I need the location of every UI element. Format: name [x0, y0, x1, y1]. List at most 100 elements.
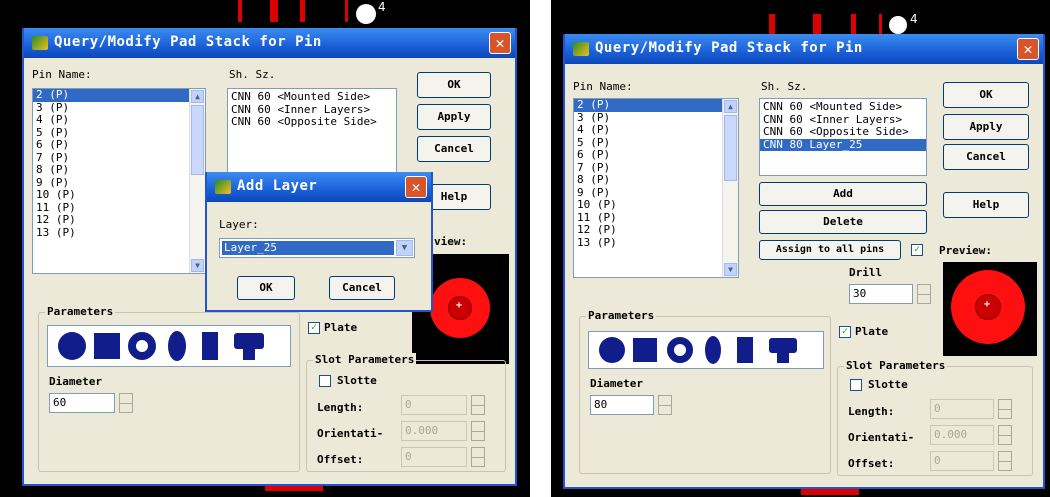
- scroll-down-icon[interactable]: ▼: [724, 263, 737, 276]
- annular-shape-icon[interactable]: [667, 337, 693, 363]
- offset-spinner[interactable]: [998, 451, 1012, 471]
- list-item[interactable]: 12 (P): [33, 213, 205, 227]
- annular-shape-icon[interactable]: [128, 332, 156, 360]
- shape-size-label: Sh. Sz.: [761, 80, 808, 93]
- dialog-titlebar[interactable]: Query/Modify Pad Stack for Pin ✕: [565, 34, 1043, 64]
- pin-name-list[interactable]: 2 (P) 3 (P) 4 (P) 5 (P) 6 (P) 7 (P) 8 (P…: [32, 88, 206, 274]
- list-scrollbar[interactable]: ▲ ▼: [722, 99, 738, 277]
- diameter-input[interactable]: 80: [590, 395, 654, 415]
- drill-input[interactable]: 30: [849, 284, 913, 304]
- slot-parameters-title: Slot Parameters: [313, 353, 417, 366]
- close-button[interactable]: ✕: [489, 32, 511, 54]
- orientation-input[interactable]: 0.000: [401, 421, 467, 441]
- list-item[interactable]: 2 (P): [574, 99, 738, 112]
- assign-to-all-pins-button[interactable]: Assign to all pins: [759, 240, 901, 260]
- dialog-titlebar[interactable]: Query/Modify Pad Stack for Pin ✕: [24, 28, 515, 58]
- cancel-button[interactable]: Cancel: [943, 144, 1029, 170]
- diameter-spinner[interactable]: [119, 393, 133, 413]
- diameter-spinner[interactable]: [658, 395, 672, 415]
- scroll-up-icon[interactable]: ▲: [191, 90, 204, 103]
- pin-name-label: Pin Name:: [32, 68, 92, 81]
- delete-button[interactable]: Delete: [759, 210, 927, 234]
- offset-input[interactable]: 0: [401, 447, 467, 467]
- dialog-title: Query/Modify Pad Stack for Pin: [595, 40, 863, 56]
- scroll-up-icon[interactable]: ▲: [724, 100, 737, 113]
- diameter-input[interactable]: 60: [49, 393, 115, 413]
- length-input[interactable]: 0: [401, 395, 467, 415]
- list-item[interactable]: 6 (P): [574, 148, 738, 162]
- square-shape-icon[interactable]: [94, 333, 120, 359]
- close-button[interactable]: ✕: [405, 176, 427, 198]
- oval-shape-icon[interactable]: [705, 336, 721, 364]
- list-scrollbar[interactable]: ▲ ▼: [189, 89, 205, 273]
- plate-checkbox[interactable]: ✓: [308, 322, 320, 334]
- round-shape-icon[interactable]: [58, 332, 86, 360]
- square-shape-icon[interactable]: [633, 338, 657, 362]
- help-button[interactable]: Help: [943, 192, 1029, 218]
- ok-button[interactable]: OK: [417, 72, 491, 98]
- list-item[interactable]: CNN 60 <Mounted Side>: [228, 90, 396, 104]
- list-item[interactable]: 13 (P): [33, 226, 205, 240]
- list-item[interactable]: 2 (P): [33, 89, 205, 102]
- list-item[interactable]: 8 (P): [33, 163, 205, 177]
- list-item[interactable]: CNN 80 Layer_25: [760, 138, 926, 151]
- list-item[interactable]: 10 (P): [574, 198, 738, 212]
- oval-shape-icon[interactable]: [168, 331, 186, 361]
- parameters-group: Parameters Diameter 60: [38, 305, 300, 472]
- plate-checkbox[interactable]: ✓: [839, 326, 851, 338]
- chevron-down-icon[interactable]: ▼: [396, 240, 413, 256]
- assign-to-all-pins-checkbox[interactable]: ✓: [911, 244, 923, 256]
- drill-label: Drill: [849, 266, 883, 279]
- slotted-checkbox[interactable]: [850, 379, 862, 391]
- list-item[interactable]: CNN 60 <Opposite Side>: [760, 125, 926, 139]
- dialog-titlebar[interactable]: Add Layer ✕: [207, 172, 431, 202]
- orientation-spinner[interactable]: [471, 421, 485, 441]
- scroll-thumb[interactable]: [724, 115, 737, 181]
- app-icon: [215, 180, 231, 194]
- slotted-label: Slotte: [868, 378, 908, 391]
- cancel-button[interactable]: Cancel: [329, 276, 395, 300]
- stack-list[interactable]: CNN 60 <Mounted Side> CNN 60 <Inner Laye…: [227, 88, 397, 184]
- round-shape-icon[interactable]: [599, 337, 625, 363]
- close-button[interactable]: ✕: [1017, 38, 1039, 60]
- offset-spinner[interactable]: [471, 447, 485, 467]
- scroll-down-icon[interactable]: ▼: [191, 259, 204, 272]
- apply-button[interactable]: Apply: [943, 114, 1029, 140]
- list-item[interactable]: CNN 60 <Mounted Side>: [760, 100, 926, 114]
- orientation-spinner[interactable]: [998, 425, 1012, 445]
- apply-button[interactable]: Apply: [417, 104, 491, 130]
- scroll-thumb[interactable]: [191, 105, 204, 175]
- rectangle-shape-icon[interactable]: [202, 332, 218, 360]
- ok-button[interactable]: OK: [237, 276, 295, 300]
- add-button[interactable]: Add: [759, 182, 927, 206]
- length-spinner[interactable]: [998, 399, 1012, 419]
- layer-select[interactable]: Layer_25 ▼: [219, 238, 415, 258]
- pad-preview: +: [943, 262, 1037, 356]
- slot-parameters-group: Slot Parameters Slotte Length: 0 Orienta…: [837, 359, 1033, 476]
- rectangle-shape-icon[interactable]: [737, 337, 753, 363]
- offset-input[interactable]: 0: [930, 451, 994, 471]
- list-item[interactable]: 6 (P): [33, 138, 205, 152]
- list-item[interactable]: CNN 60 <Opposite Side>: [228, 115, 396, 129]
- pad-shape-selector[interactable]: [588, 331, 824, 369]
- cancel-button[interactable]: Cancel: [417, 136, 491, 162]
- pin-name-label: Pin Name:: [573, 80, 633, 93]
- length-input[interactable]: 0: [930, 399, 994, 419]
- center-mark-icon: +: [456, 300, 463, 311]
- length-spinner[interactable]: [471, 395, 485, 415]
- diameter-label: Diameter: [49, 375, 102, 388]
- ok-button[interactable]: OK: [943, 82, 1029, 108]
- orientation-input[interactable]: 0.000: [930, 425, 994, 445]
- list-item[interactable]: 4 (P): [33, 113, 205, 127]
- pin-name-list[interactable]: 2 (P) 3 (P) 4 (P) 5 (P) 6 (P) 7 (P) 8 (P…: [573, 98, 739, 278]
- list-item[interactable]: 10 (P): [33, 188, 205, 202]
- list-item[interactable]: 12 (P): [574, 223, 738, 237]
- pad-shape-selector[interactable]: [47, 325, 291, 367]
- drill-spinner[interactable]: [917, 284, 931, 304]
- list-item[interactable]: 13 (P): [574, 236, 738, 250]
- slotted-checkbox[interactable]: [319, 375, 331, 387]
- stack-list[interactable]: CNN 60 <Mounted Side> CNN 60 <Inner Laye…: [759, 98, 927, 176]
- pcb-pin-number: 4: [910, 12, 918, 26]
- list-item[interactable]: 8 (P): [574, 173, 738, 187]
- list-item[interactable]: 4 (P): [574, 123, 738, 137]
